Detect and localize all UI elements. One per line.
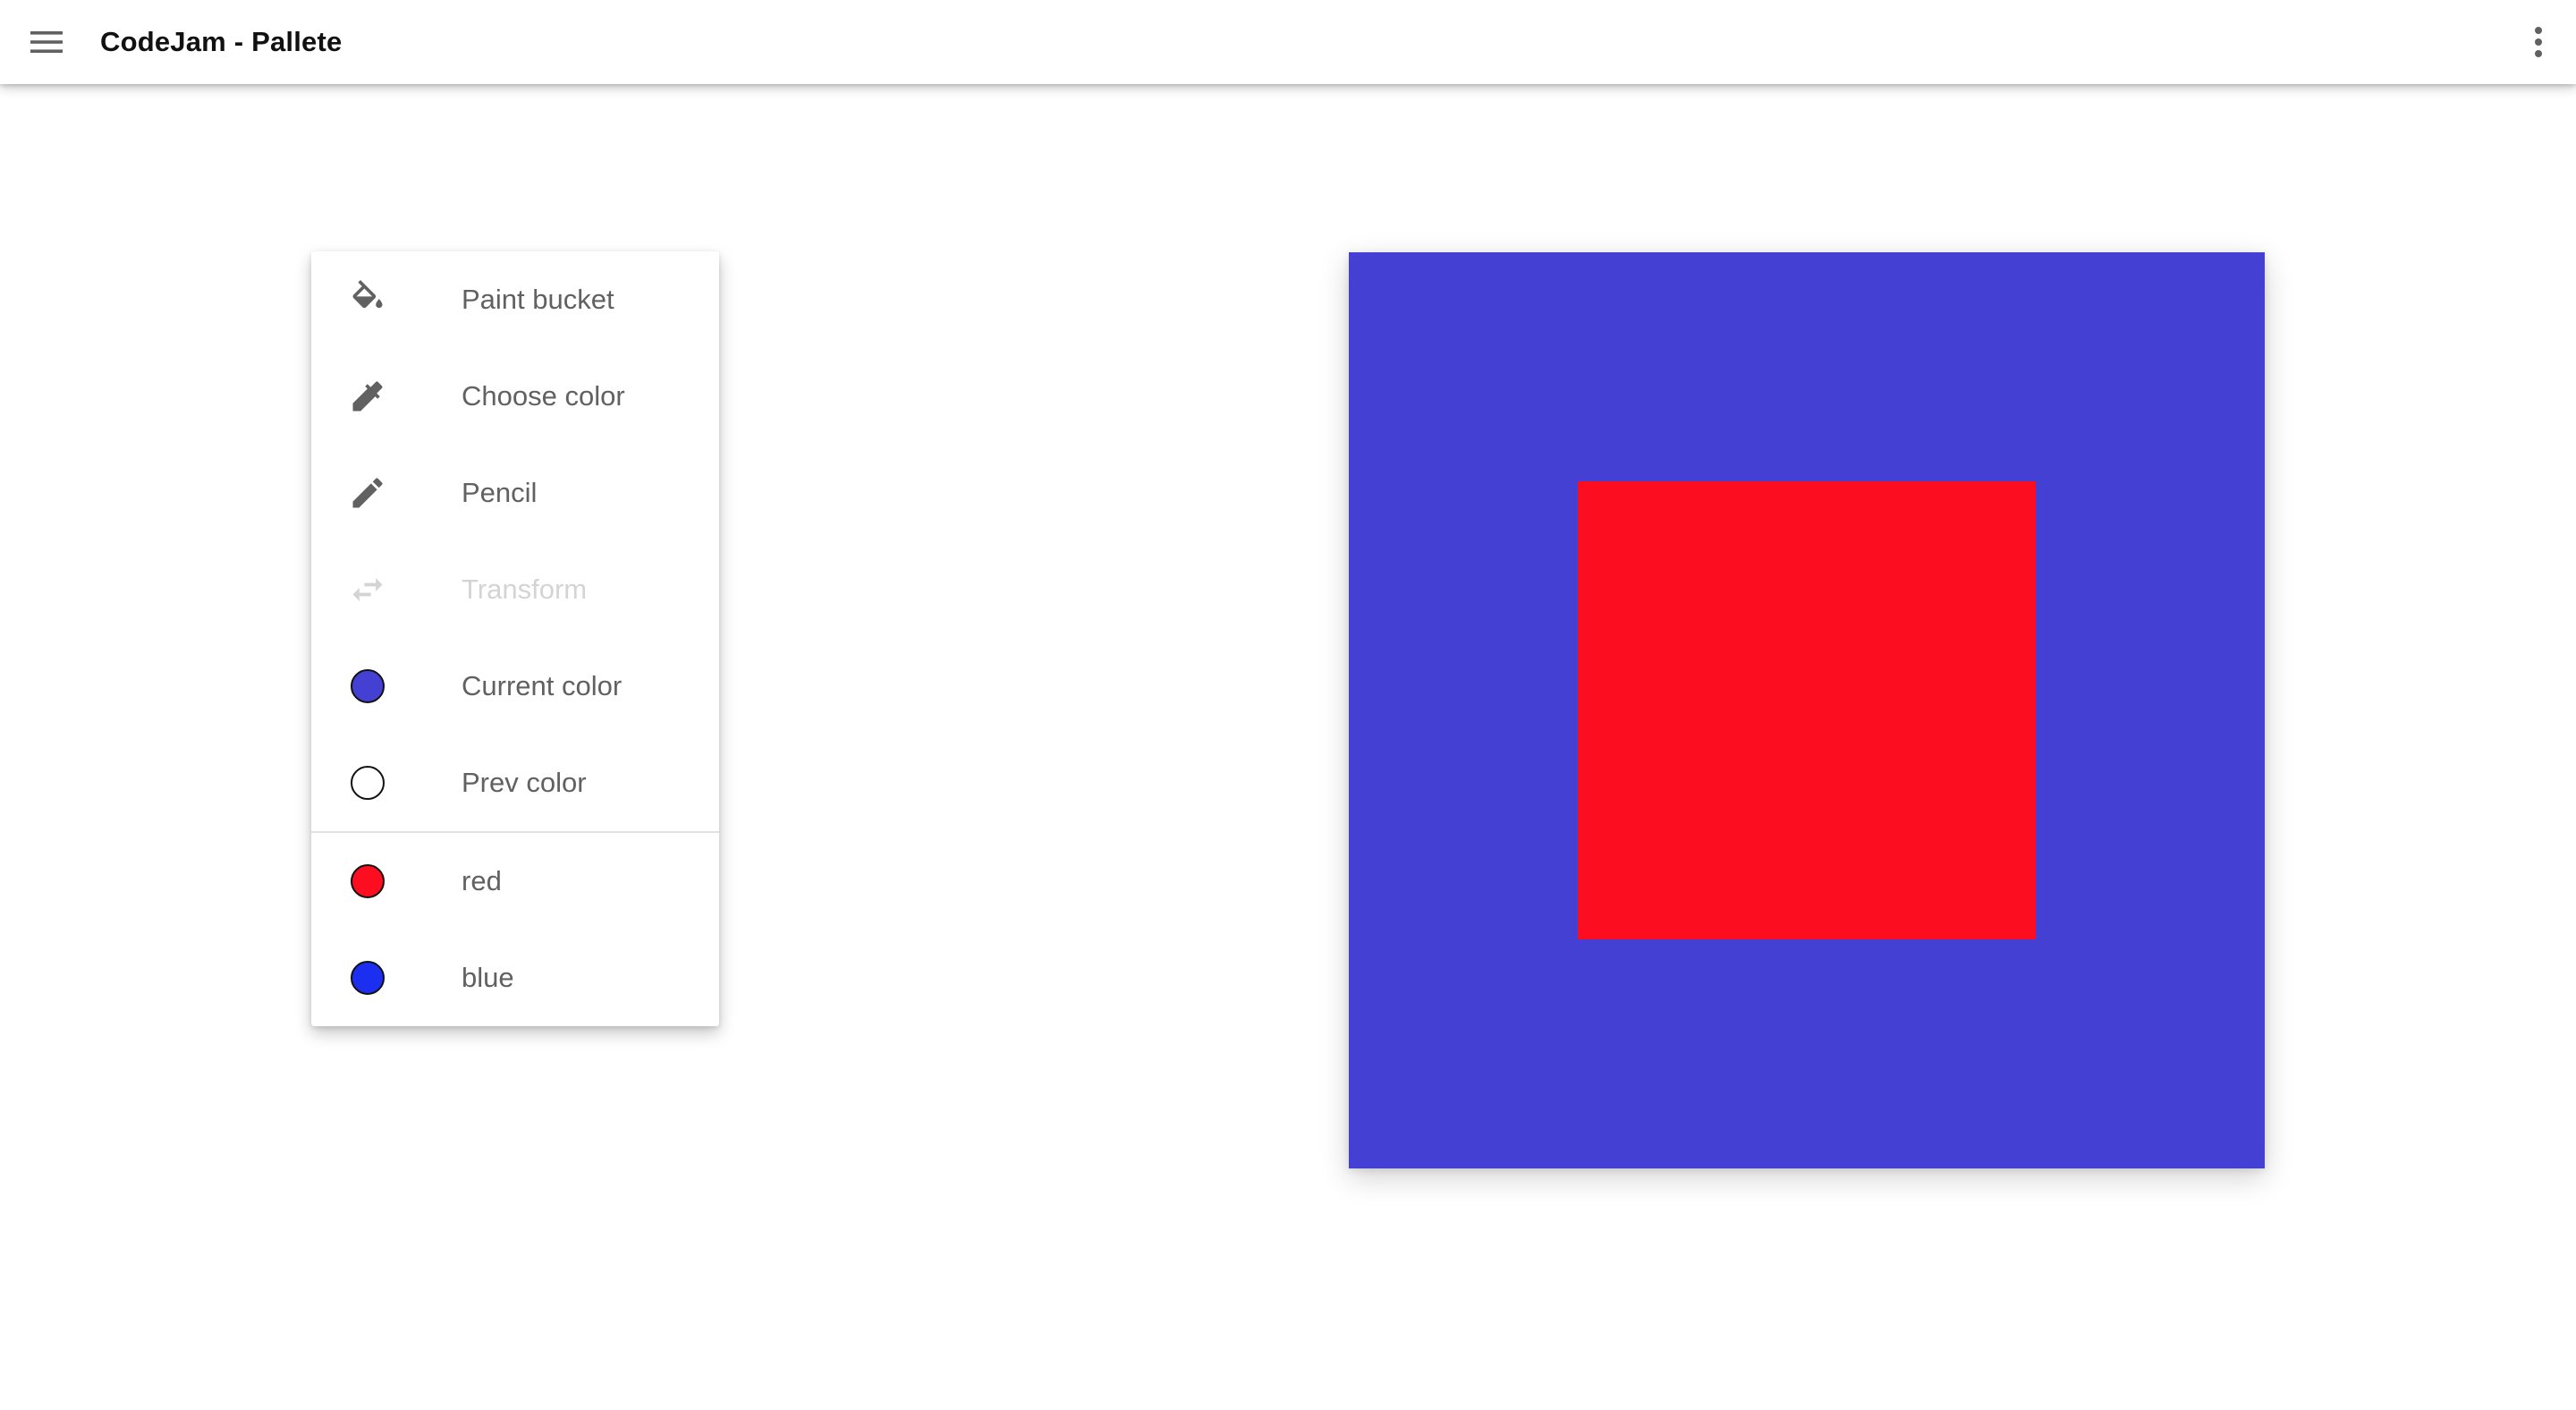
- preset-color-blue[interactable]: blue: [311, 930, 719, 1026]
- current-color-label: Current color: [462, 670, 623, 701]
- swap-arrows-icon: [347, 569, 388, 610]
- tool-label: Transform: [462, 573, 588, 605]
- prev-color-label: Prev color: [462, 767, 587, 798]
- blue-swatch: [351, 961, 385, 995]
- menu-button[interactable]: [20, 18, 73, 66]
- tool-choose-color[interactable]: Choose color: [311, 348, 719, 445]
- tool-label: Pencil: [462, 477, 538, 508]
- preset-color-label: blue: [462, 962, 514, 993]
- blue-swatch-icon: [347, 957, 388, 998]
- tool-panel: Paint bucket Choose color Pencil Transfo…: [311, 251, 719, 1026]
- app-title: CodeJam - Pallete: [100, 26, 343, 57]
- tool-label: Paint bucket: [462, 284, 614, 315]
- preset-color-red[interactable]: red: [311, 833, 719, 930]
- app-root: CodeJam - Pallete Paint bucket Choose co…: [0, 0, 2576, 1410]
- paint-bucket-icon: [347, 279, 388, 320]
- current-color-swatch-icon: [347, 666, 388, 707]
- canvas-red-square: [1578, 481, 2036, 939]
- top-app-bar: CodeJam - Pallete: [0, 0, 2576, 84]
- more-vertical-icon: [2535, 27, 2542, 57]
- tool-transform: Transform: [311, 541, 719, 638]
- current-color-swatch: [351, 669, 385, 703]
- red-swatch-icon: [347, 861, 388, 902]
- prev-color-item[interactable]: Prev color: [311, 735, 719, 831]
- hamburger-menu-icon: [30, 31, 63, 53]
- prev-color-swatch-icon: [347, 762, 388, 803]
- drawing-canvas[interactable]: [1349, 252, 2265, 1168]
- prev-color-swatch: [351, 766, 385, 800]
- tool-list: Paint bucket Choose color Pencil Transfo…: [311, 251, 719, 638]
- eyedropper-icon: [347, 376, 388, 417]
- pencil-icon: [347, 472, 388, 514]
- red-swatch: [351, 864, 385, 898]
- current-color-item[interactable]: Current color: [311, 638, 719, 735]
- tool-label: Choose color: [462, 380, 625, 412]
- preset-color-list: red blue: [311, 833, 719, 1026]
- preset-color-label: red: [462, 865, 502, 896]
- color-state-list: Current color Prev color: [311, 638, 719, 831]
- more-options-button[interactable]: [2519, 18, 2558, 66]
- tool-paint-bucket[interactable]: Paint bucket: [311, 251, 719, 348]
- tool-pencil[interactable]: Pencil: [311, 445, 719, 541]
